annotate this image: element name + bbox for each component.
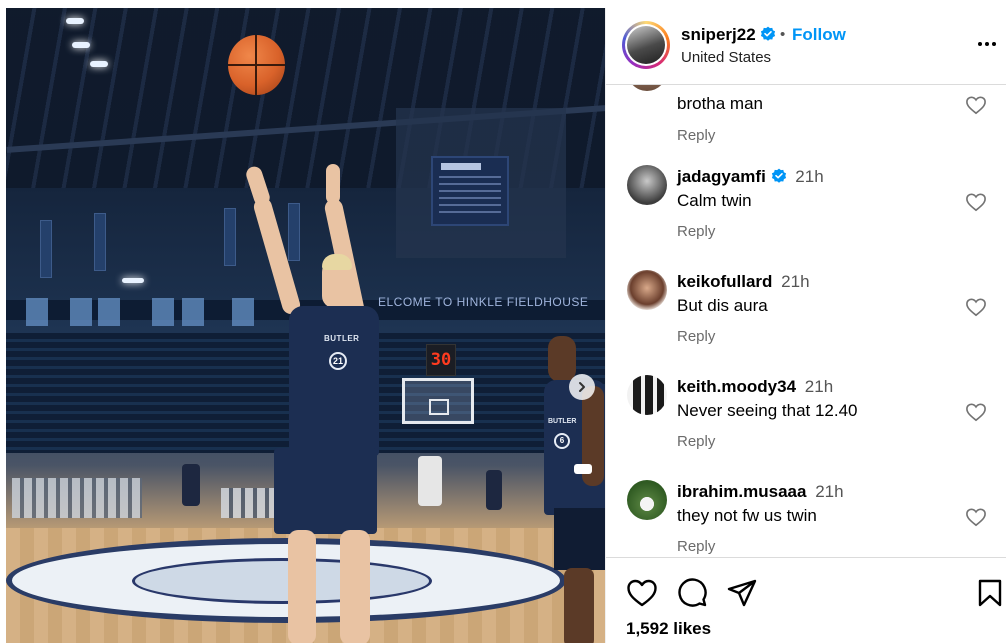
rafter-banner bbox=[94, 213, 106, 271]
comment-time[interactable]: 21h bbox=[781, 272, 809, 291]
player-leg bbox=[288, 530, 316, 643]
rafter-banner bbox=[224, 208, 236, 266]
comments-list[interactable]: brotha man Reply jadagyamfi 21h Calm twi… bbox=[606, 85, 1006, 557]
heart-icon[interactable] bbox=[965, 507, 987, 527]
post-side-panel: sniperj22 • Follow United States brotha … bbox=[605, 8, 1006, 643]
player-shorts bbox=[274, 448, 377, 534]
wrist-band bbox=[574, 464, 592, 474]
reply-button[interactable]: Reply bbox=[677, 328, 715, 345]
heart-icon[interactable] bbox=[965, 297, 987, 317]
player2-head bbox=[548, 336, 576, 382]
comment-text: Never seeing that 12.40 bbox=[677, 401, 858, 420]
comment-item: keith.moody34 21h Never seeing that 12.4… bbox=[606, 375, 1006, 480]
rafter-banner bbox=[40, 220, 52, 278]
ceiling-light bbox=[66, 18, 84, 24]
comment-text: they not fw us twin bbox=[677, 506, 817, 525]
arena-banner-text: ELCOME TO HINKLE FIELDHOUSE bbox=[378, 295, 589, 309]
comment-username-text[interactable]: jadagyamfi bbox=[677, 167, 766, 186]
comment-username-text[interactable]: keith.moody34 bbox=[677, 377, 796, 396]
ceiling-light bbox=[90, 61, 108, 67]
comment-icon[interactable] bbox=[676, 578, 708, 608]
comment-username-text[interactable]: keikofullard bbox=[677, 272, 772, 291]
comment-username-text[interactable]: ibrahim.musaaa bbox=[677, 482, 806, 501]
heart-icon[interactable] bbox=[965, 95, 987, 115]
likes-count[interactable]: 1,592 likes bbox=[626, 619, 711, 639]
chevron-right-icon bbox=[579, 382, 585, 392]
comment-avatar[interactable] bbox=[627, 270, 667, 310]
comment-username[interactable]: keikofullard 21h bbox=[677, 272, 810, 292]
player-jersey bbox=[289, 306, 379, 456]
center-court-logo bbox=[6, 538, 566, 623]
arena-scoreboard bbox=[431, 156, 509, 226]
more-options-icon[interactable] bbox=[978, 38, 1000, 50]
player2-leg bbox=[564, 568, 594, 643]
avatar[interactable] bbox=[622, 21, 670, 69]
arena-window bbox=[152, 298, 174, 326]
backboard bbox=[402, 378, 474, 424]
comment-item: ibrahim.musaaa 21h they not fw us twin R… bbox=[606, 480, 1006, 557]
player2-shorts bbox=[554, 508, 605, 570]
jersey-text: BUTLER bbox=[324, 334, 360, 343]
comment-avatar[interactable] bbox=[627, 375, 667, 415]
separator-dot: • bbox=[780, 26, 786, 43]
heart-icon[interactable] bbox=[965, 402, 987, 422]
heart-icon[interactable] bbox=[965, 192, 987, 212]
background-player bbox=[418, 456, 442, 506]
rafter-banner bbox=[288, 203, 300, 261]
jersey-number: 21 bbox=[329, 352, 347, 370]
post-username[interactable]: sniperj22 bbox=[681, 25, 776, 45]
post-action-bar: 1,592 likes bbox=[606, 557, 1006, 643]
share-icon[interactable] bbox=[726, 578, 758, 608]
post-location[interactable]: United States bbox=[681, 49, 771, 66]
reply-button[interactable]: Reply bbox=[677, 538, 715, 555]
heart-icon[interactable] bbox=[626, 578, 658, 608]
shot-clock: 30 bbox=[426, 344, 456, 376]
comment-avatar[interactable] bbox=[627, 480, 667, 520]
comment-time[interactable]: 21h bbox=[805, 377, 833, 396]
comment-username[interactable]: jadagyamfi 21h bbox=[677, 167, 824, 187]
bookmark-icon[interactable] bbox=[974, 578, 1006, 608]
comment-text: brotha man bbox=[677, 94, 763, 113]
carousel-next-button[interactable] bbox=[569, 374, 595, 400]
background-player bbox=[486, 470, 502, 510]
comment-username[interactable]: keith.moody34 21h bbox=[677, 377, 833, 397]
courtside-seats bbox=[12, 478, 142, 518]
comment-avatar[interactable] bbox=[627, 165, 667, 205]
comment-item: keikofullard 21h But dis aura Reply bbox=[606, 270, 1006, 375]
comment-item: brotha man Reply bbox=[606, 85, 1006, 170]
basketball bbox=[228, 35, 285, 95]
post-username-text[interactable]: sniperj22 bbox=[681, 25, 756, 44]
reply-button[interactable]: Reply bbox=[677, 223, 715, 240]
player2-jersey-text: BUTLER bbox=[548, 418, 577, 425]
background-player bbox=[182, 464, 200, 506]
comment-avatar[interactable] bbox=[627, 85, 667, 91]
post-header: sniperj22 • Follow United States bbox=[606, 8, 1006, 85]
verified-badge-icon bbox=[771, 168, 786, 183]
comment-item: jadagyamfi 21h Calm twin Reply bbox=[606, 165, 1006, 270]
arena-window bbox=[232, 298, 254, 326]
ceiling-light bbox=[72, 42, 90, 48]
ceiling-light bbox=[122, 278, 144, 283]
comment-time[interactable]: 21h bbox=[815, 482, 843, 501]
arena-window bbox=[98, 298, 120, 326]
comment-time[interactable]: 21h bbox=[795, 167, 823, 186]
comment-text: Calm twin bbox=[677, 191, 752, 210]
follow-button[interactable]: Follow bbox=[792, 25, 846, 45]
arena-window bbox=[26, 298, 48, 326]
post-photo: ELCOME TO HINKLE FIELDHOUSE 30 BUTLER 21… bbox=[6, 8, 605, 643]
arena-window bbox=[70, 298, 92, 326]
comment-username[interactable]: ibrahim.musaaa 21h bbox=[677, 482, 844, 502]
player-hair bbox=[322, 254, 352, 270]
player2-jersey-number: 6 bbox=[554, 433, 570, 449]
reply-button[interactable]: Reply bbox=[677, 127, 715, 144]
player-leg bbox=[340, 530, 370, 643]
arena-window bbox=[182, 298, 204, 326]
verified-badge-icon bbox=[761, 26, 776, 41]
reply-button[interactable]: Reply bbox=[677, 433, 715, 450]
comment-text: But dis aura bbox=[677, 296, 768, 315]
